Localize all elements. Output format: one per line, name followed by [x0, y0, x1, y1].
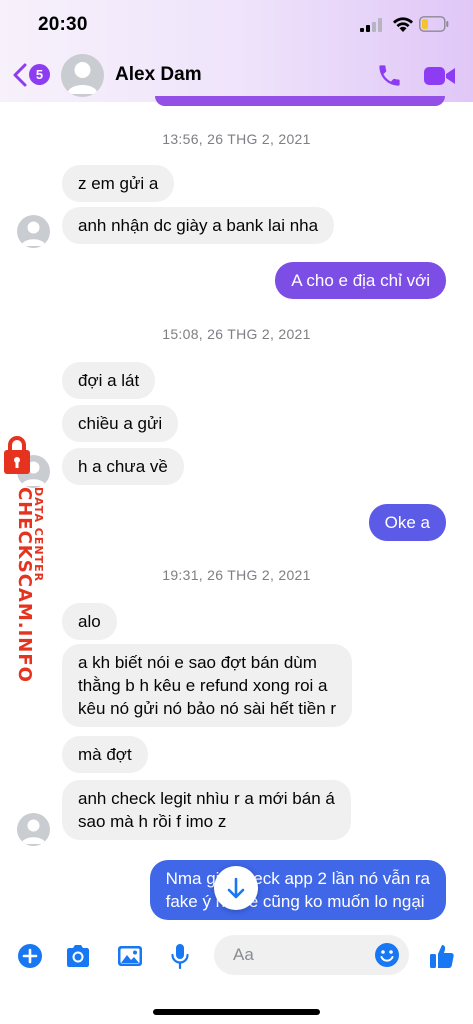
scroll-to-bottom-button[interactable] [214, 866, 258, 910]
avatar-placeholder-icon [67, 62, 98, 94]
avatar-placeholder-icon [21, 819, 46, 844]
message-incoming[interactable]: h a chưa về [62, 448, 184, 485]
watermark-title: CHECKSCAM.INFO [14, 487, 35, 683]
message-incoming[interactable]: anh nhận dc giày a bank lai nha [62, 207, 335, 244]
video-icon[interactable] [423, 64, 457, 88]
watermark: DATA CENTER CHECKSCAM.INFO [0, 435, 56, 683]
message-line: Nma giờ check app 2 lần nó vẫn ra [165, 869, 430, 888]
message-line: anh check legit nhìu r a mới bán á [78, 789, 335, 808]
message-incoming[interactable]: mà đợt [62, 736, 148, 773]
arrow-down-icon [227, 877, 245, 899]
message-line: thằng b h kêu e refund xong roi a [78, 676, 328, 695]
status-time: 20:30 [38, 14, 88, 35]
contact-avatar[interactable] [61, 54, 104, 97]
message-line: sao mà h rồi f imo z [78, 812, 227, 831]
sender-avatar[interactable] [17, 215, 50, 248]
message-outgoing[interactable]: Nma giờ check app 2 lần nó vẫn ra fake ý… [149, 860, 446, 920]
message-input-placeholder: Aa [233, 945, 254, 964]
message-incoming[interactable]: z em gửi a [62, 165, 175, 202]
camera-icon[interactable] [64, 942, 92, 970]
message-composer: Aa [0, 930, 473, 982]
chat-header: 5 Alex Dam [0, 50, 473, 102]
emoji-icon[interactable] [374, 942, 400, 968]
unread-badge[interactable]: 5 [29, 64, 50, 85]
avatar-placeholder-icon [21, 221, 46, 246]
message-incoming[interactable]: anh check legit nhìu r a mới bán á sao m… [62, 780, 351, 840]
message-incoming[interactable]: đợi a lát [62, 362, 156, 399]
top-bar: 20:30 5 Alex Dam [0, 0, 473, 102]
timestamp: 13:56, 26 THG 2, 2021 [162, 131, 311, 147]
phone-icon[interactable] [376, 62, 403, 89]
message-line: a kh biết nói e sao đợt bán dùm [78, 653, 317, 672]
message-incoming[interactable]: a kh biết nói e sao đợt bán dùm thằng b … [62, 644, 353, 727]
wifi-icon [393, 17, 413, 32]
timestamp: 19:31, 26 THG 2, 2021 [162, 567, 311, 583]
thumbs-up-icon[interactable] [428, 942, 456, 970]
plus-icon[interactable] [16, 942, 44, 970]
message-input[interactable]: Aa [214, 935, 409, 975]
sender-avatar[interactable] [17, 813, 50, 846]
microphone-icon[interactable] [166, 942, 194, 970]
battery-icon [419, 16, 449, 32]
message-incoming[interactable]: alo [62, 603, 117, 640]
message-outgoing[interactable]: Oke a [368, 504, 446, 541]
back-icon[interactable] [12, 63, 28, 87]
contact-name[interactable]: Alex Dam [115, 64, 202, 86]
gallery-icon[interactable] [116, 942, 144, 970]
message-line: kêu nó gửi nó bảo nó sài hết tiền r [78, 699, 337, 718]
message-outgoing[interactable]: A cho e địa chỉ với [275, 262, 446, 299]
home-indicator [153, 1009, 320, 1015]
message-line: fake ý nên e cũng ko muốn lo ngại [165, 892, 425, 911]
status-bar: 20:30 [0, 0, 473, 50]
timestamp: 15:08, 26 THG 2, 2021 [162, 326, 311, 342]
lock-icon [4, 436, 30, 474]
signal-icon [360, 18, 382, 32]
message-incoming[interactable]: chiều a gửi [62, 405, 179, 442]
previous-message-bubble [155, 96, 445, 106]
